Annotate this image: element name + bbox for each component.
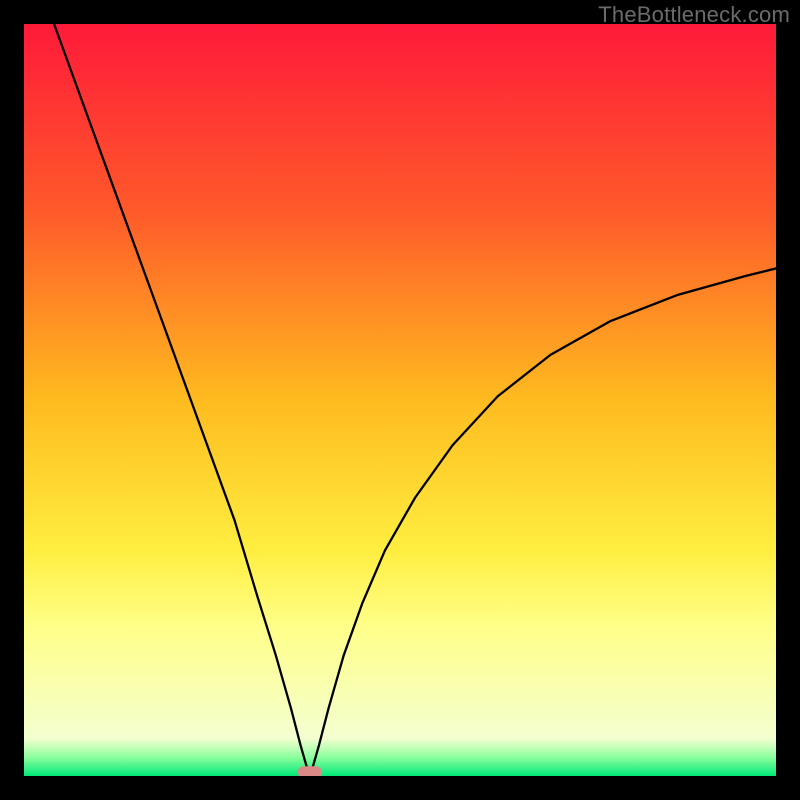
optimal-point-marker — [298, 766, 322, 776]
chart-frame — [24, 24, 776, 776]
watermark-text: TheBottleneck.com — [598, 2, 790, 28]
bottleneck-chart — [24, 24, 776, 776]
gradient-background — [24, 24, 776, 776]
